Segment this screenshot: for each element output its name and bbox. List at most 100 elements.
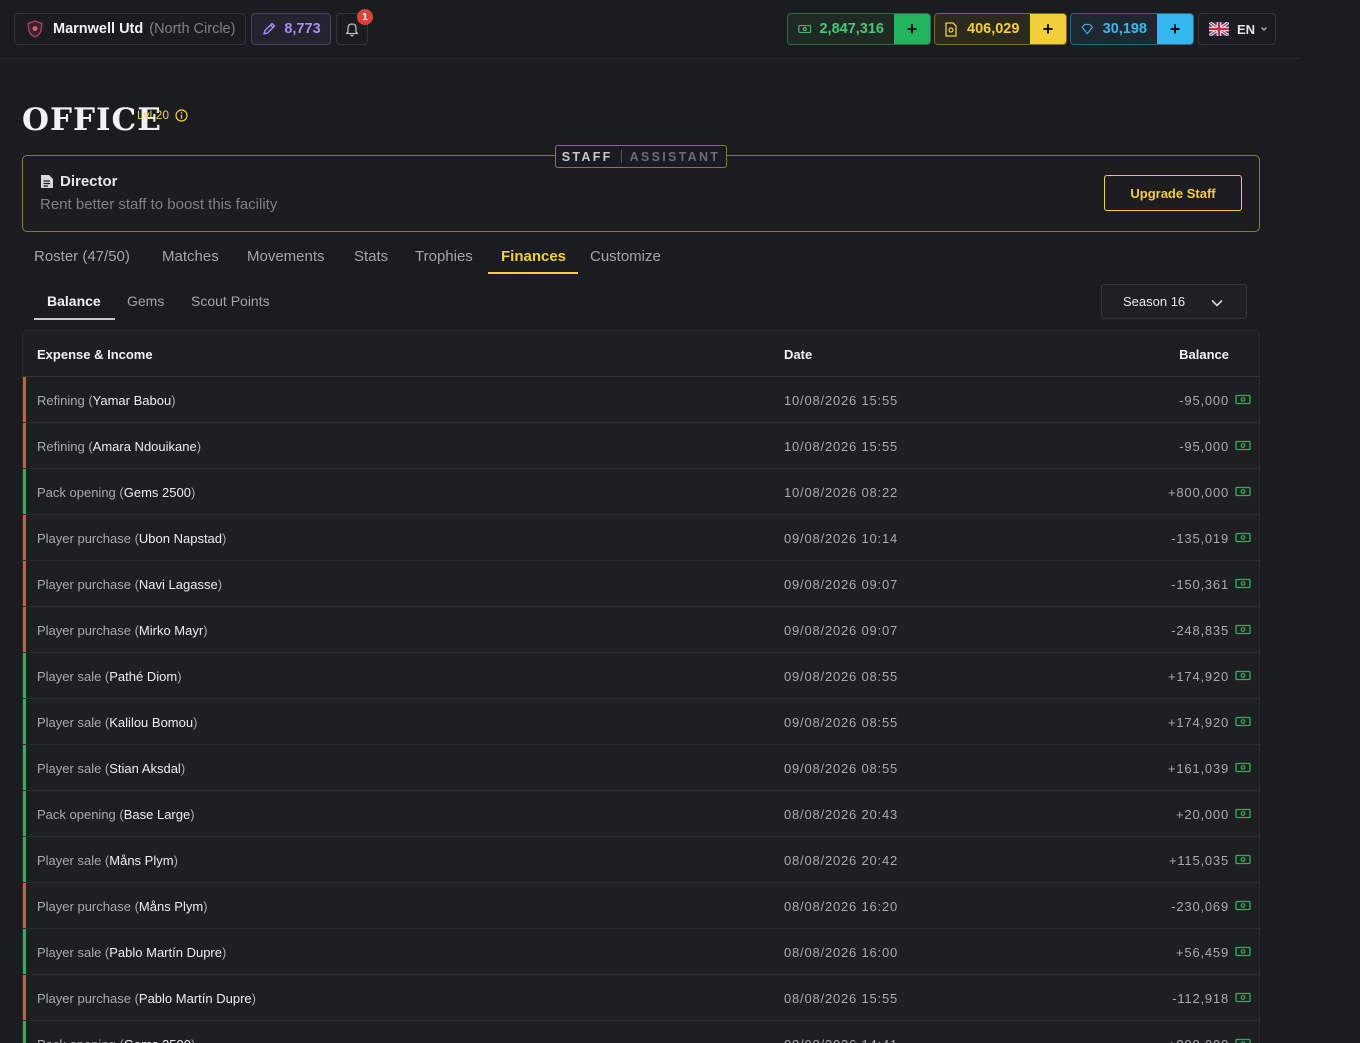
row-type: Player sale — [37, 853, 102, 868]
table-row: Pack opening (Gems 2500) 10/08/2026 08:22… — [23, 469, 1259, 515]
row-date: 09/08/2026 08:55 — [784, 761, 899, 776]
tokens-button[interactable]: 8,773 — [251, 13, 331, 45]
row-subject: Pathé Diom — [109, 669, 178, 684]
tab-roster[interactable]: Roster (47/50) — [34, 248, 130, 265]
gems-balance: 30,198 + — [1070, 13, 1194, 45]
tab-customize[interactable]: Customize — [590, 248, 661, 265]
row-amount: +174,920 — [1168, 669, 1229, 684]
row-description: Player purchase (Måns Plym) — [37, 899, 208, 914]
row-amount: -150,361 — [1171, 577, 1229, 592]
row-description: Refining (Amara Ndouikane) — [37, 439, 202, 454]
row-amount: -248,835 — [1171, 623, 1229, 638]
staff-role-label: Director — [60, 173, 118, 190]
table-row: Refining (Yamar Babou) 10/08/2026 15:55 -9… — [23, 377, 1259, 423]
staff-tab-switch: STAFF ASSISTANT — [555, 145, 727, 168]
row-subject: Navi Lagasse — [138, 577, 218, 592]
row-amount: +115,035 — [1168, 853, 1229, 868]
row-type: Player sale — [37, 945, 102, 960]
cash-icon — [1235, 394, 1251, 405]
row-subject: Mirko Mayr — [138, 623, 204, 638]
gem-icon — [1081, 23, 1093, 35]
row-sign-indicator — [23, 469, 26, 514]
table-row: Player purchase (Mirko Mayr) 09/08/2026 0… — [23, 607, 1259, 653]
tab-stats[interactable]: Stats — [354, 248, 388, 265]
row-subject: Yamar Babou — [92, 393, 172, 408]
money-balance: 2,847,316 + — [787, 13, 931, 45]
level-label: Lvl 20 — [137, 108, 170, 122]
row-description: Pack opening (Gems 2500) — [37, 485, 196, 500]
table-body: Refining (Yamar Babou) 10/08/2026 15:55 -9… — [23, 377, 1259, 1043]
table-row: Player sale (Pablo Martín Dupre) 08/08/20… — [23, 929, 1259, 975]
cash-icon — [1235, 1038, 1251, 1043]
tab-trophies[interactable]: Trophies — [415, 248, 473, 265]
cash-icon — [1235, 992, 1251, 1003]
notifications-button[interactable]: 1 — [336, 9, 373, 45]
scout-doc-icon — [945, 21, 957, 37]
row-type: Pack opening — [37, 485, 116, 500]
season-select[interactable]: Season 16 — [1101, 284, 1247, 319]
scout-points-display: 406,029 — [935, 14, 1030, 44]
row-sign-indicator — [23, 515, 26, 560]
row-subject: Gems 2500 — [124, 1037, 191, 1043]
row-sign-indicator — [23, 607, 26, 652]
row-type: Player sale — [37, 761, 102, 776]
subtab-balance[interactable]: Balance — [47, 293, 101, 309]
row-type: Player sale — [37, 669, 102, 684]
row-subject: Gems 2500 — [123, 485, 191, 500]
club-selector[interactable]: Marnwell Utd (North Circle) — [14, 13, 246, 45]
row-subject: Amara Ndouikane — [92, 439, 197, 454]
table-row: Player sale (Stian Aksdal) 09/08/2026 08:… — [23, 745, 1259, 791]
row-type: Player purchase — [37, 899, 131, 914]
row-description: Player purchase (Pablo Martín Dupre) — [37, 991, 256, 1006]
row-description: Player sale (Pablo Martín Dupre) — [37, 945, 227, 960]
subtab-gems[interactable]: Gems — [127, 293, 164, 309]
scout-points-value: 406,029 — [967, 21, 1020, 37]
cash-icon — [1235, 808, 1251, 819]
upgrade-staff-button[interactable]: Upgrade Staff — [1104, 175, 1242, 211]
add-money-button[interactable]: + — [894, 14, 930, 44]
cash-icon — [1235, 900, 1251, 911]
tab-staff[interactable]: STAFF — [562, 150, 613, 164]
subtab-scout-points[interactable]: Scout Points — [191, 293, 270, 309]
row-subject: Pablo Martín Dupre — [109, 945, 222, 960]
row-date: 08/08/2026 20:42 — [784, 853, 899, 868]
cash-icon — [1235, 578, 1251, 589]
row-description: Player sale (Måns Plym) — [37, 853, 178, 868]
uk-flag-icon — [1209, 22, 1229, 36]
add-gems-button[interactable]: + — [1157, 14, 1193, 44]
row-sign-indicator — [23, 423, 26, 468]
row-description: Player purchase (Navi Lagasse) — [37, 577, 223, 592]
gems-display: 30,198 — [1071, 14, 1157, 44]
column-header-balance: Balance — [1179, 347, 1229, 362]
tab-matches[interactable]: Matches — [162, 248, 219, 265]
row-subject: Stian Aksdal — [109, 761, 181, 776]
document-icon — [41, 175, 53, 188]
club-division: (North Circle) — [149, 21, 236, 37]
tab-assistant[interactable]: ASSISTANT — [630, 150, 721, 164]
table-row: Player purchase (Ubon Napstad) 09/08/2026… — [23, 515, 1259, 561]
cash-icon — [1235, 440, 1251, 451]
active-subtab-indicator — [34, 318, 115, 320]
row-sign-indicator — [23, 561, 26, 606]
language-selector[interactable]: EN — [1198, 13, 1276, 45]
row-description: Player purchase (Ubon Napstad) — [37, 531, 227, 546]
staff-subtitle: Rent better staff to boost this facility — [40, 196, 278, 213]
row-amount: -95,000 — [1179, 393, 1229, 408]
season-select-value: Season 16 — [1123, 294, 1186, 309]
tab-movements[interactable]: Movements — [247, 248, 325, 265]
club-shield-icon — [27, 20, 43, 38]
info-icon[interactable] — [175, 108, 188, 122]
row-type: Player sale — [37, 715, 102, 730]
cash-icon — [1235, 670, 1251, 681]
row-type: Player purchase — [37, 577, 131, 592]
row-date: 09/08/2026 08:55 — [784, 715, 899, 730]
row-description: Player sale (Kalilou Bomou) — [37, 715, 198, 730]
tab-finances[interactable]: Finances — [501, 248, 566, 265]
table-row: Refining (Amara Ndouikane) 10/08/2026 15:… — [23, 423, 1259, 469]
row-amount: -112,918 — [1172, 991, 1229, 1006]
add-scout-points-button[interactable]: + — [1030, 14, 1066, 44]
row-date: 09/08/2026 09:07 — [784, 577, 899, 592]
row-description: Refining (Yamar Babou) — [37, 393, 176, 408]
row-type: Player purchase — [37, 991, 131, 1006]
gems-value: 30,198 — [1102, 21, 1147, 37]
